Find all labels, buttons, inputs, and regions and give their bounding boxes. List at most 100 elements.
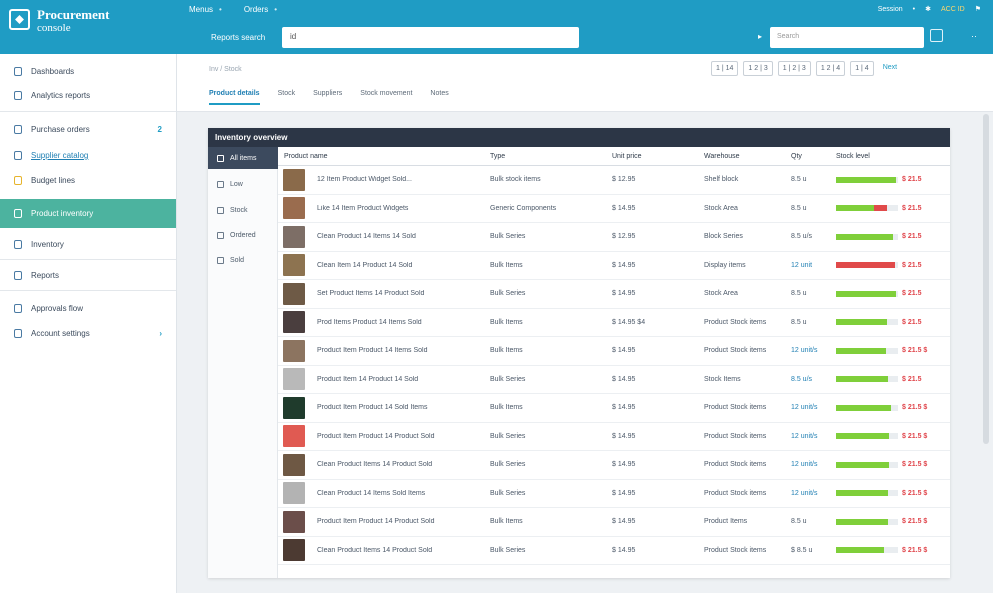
col-warehouse[interactable]: Warehouse [698, 153, 785, 160]
unit-price: $ 14.95 [612, 461, 636, 469]
page-button[interactable]: 1 | 4 [850, 61, 874, 76]
table-row[interactable]: Product Item Product 14 Product Sold Bulk… [278, 423, 950, 451]
product-name[interactable]: 12 Item Product Widget Sold... [311, 176, 484, 183]
table-row[interactable]: Product Item Product 14 Items Sold Bulk I… [278, 337, 950, 366]
quantity[interactable]: 12 unit/s [785, 347, 832, 354]
table-row[interactable]: Prod Items Product 14 Items Sold Bulk Ite… [278, 309, 950, 337]
quantity: 8.5 u [791, 204, 807, 212]
table-row[interactable]: Clean Product Items 14 Product Sold Bulk … [278, 537, 950, 565]
product-name[interactable]: Product Item Product 14 Sold Items [311, 404, 484, 411]
quantity[interactable]: 12 unit/s [785, 461, 832, 468]
unit-price: $ 14.95 [612, 518, 636, 526]
breadcrumb[interactable]: Inv / Stock [209, 66, 242, 73]
col-price[interactable]: Unit price [606, 153, 698, 160]
sidebar-item-supplier-catalog[interactable]: Supplier catalog [0, 143, 176, 168]
table-row[interactable]: Set Product Items 14 Product Sold Bulk Se… [278, 280, 950, 309]
filter-ordered[interactable]: Ordered [208, 224, 278, 246]
tab-product-details[interactable]: Product details [209, 90, 260, 105]
page-button[interactable]: 1 2 | 3 [743, 61, 773, 76]
filter-input[interactable]: Search [770, 27, 924, 48]
product-name[interactable]: Product Item 14 Product 14 Sold [311, 376, 484, 383]
filter-label: All items [230, 154, 257, 162]
stock-level-cell: $ 21.5 [832, 262, 950, 269]
thumb-cell [278, 510, 311, 533]
top-bar: Procurement console Menus • Orders • Sessi… [0, 0, 993, 54]
account-id[interactable]: ACC ID [941, 6, 965, 13]
table-row[interactable]: Product Item Product 14 Sold Items Bulk I… [278, 394, 950, 423]
more-icon[interactable]: ·· [971, 31, 977, 41]
brand[interactable]: Procurement console [37, 7, 109, 34]
quantity[interactable]: 12 unit/s [785, 490, 832, 497]
calendar-icon[interactable] [930, 29, 943, 42]
session-menu[interactable]: Session [878, 6, 903, 13]
table-row[interactable]: Clean Item 14 Product 14 Sold Bulk Items $… [278, 252, 950, 280]
stock-level-bar [836, 319, 898, 326]
dashboard-icon [14, 67, 22, 76]
col-product[interactable]: Product name [278, 153, 484, 160]
quantity[interactable]: 12 unit/s [785, 433, 832, 440]
stock-level-bar [836, 205, 898, 212]
sidebar-item-reports[interactable]: Reports [0, 263, 176, 288]
nav-menus[interactable]: Menus • [189, 5, 222, 14]
filter-all[interactable]: All items [208, 147, 278, 169]
scrollbar[interactable] [983, 114, 989, 444]
settings-icon[interactable]: ✱ [925, 5, 931, 13]
quantity[interactable]: 8.5 u/s [785, 376, 832, 383]
stock-level-cell: $ 21.5 $ [832, 490, 950, 497]
col-qty[interactable]: Qty [785, 153, 832, 160]
quantity[interactable]: 12 unit/s [785, 404, 832, 411]
stock-value: $ 21.5 [902, 233, 922, 241]
product-name[interactable]: Set Product Items 14 Product Sold [311, 290, 484, 297]
product-type: Generic Components [490, 204, 557, 212]
filter-sold[interactable]: Sold [208, 249, 278, 271]
table-row[interactable]: Clean Product 14 Items Sold Items Bulk Se… [278, 480, 950, 508]
product-name[interactable]: Like 14 Item Product Widgets [311, 205, 484, 212]
tab-suppliers[interactable]: Suppliers [313, 90, 342, 105]
table-row[interactable]: Clean Product Items 14 Product Sold Bulk … [278, 451, 950, 480]
flag-icon[interactable]: ⚑ [975, 5, 981, 13]
product-thumbnail [283, 368, 305, 391]
warehouse: Stock Area [704, 204, 738, 212]
sidebar-item-purchase-orders[interactable]: Purchase orders 2 [0, 117, 176, 142]
sidebar-item-product-inventory[interactable]: Product inventory [0, 199, 176, 228]
product-name[interactable]: Product Item Product 14 Items Sold [311, 347, 484, 354]
table-row[interactable]: Product Item 14 Product 14 Sold Bulk Seri… [278, 366, 950, 394]
product-name[interactable]: Clean Product 14 Items Sold Items [311, 490, 484, 497]
logo-icon[interactable] [9, 9, 30, 30]
filter-low[interactable]: Low [208, 173, 278, 195]
tab-notes[interactable]: Notes [430, 90, 448, 105]
sidebar-item-budget[interactable]: Budget lines [0, 168, 176, 193]
product-name[interactable]: Clean Item 14 Product 14 Sold [311, 262, 484, 269]
product-type: Bulk Series [490, 375, 526, 383]
product-name[interactable]: Product Item Product 14 Product Sold [311, 433, 484, 440]
sidebar-item-approvals[interactable]: Approvals flow [0, 296, 176, 321]
table-row[interactable]: 12 Item Product Widget Sold... Bulk stock… [278, 166, 950, 195]
stock-level-fill [836, 404, 891, 411]
product-name[interactable]: Clean Product Items 14 Product Sold [311, 547, 484, 554]
sidebar-item-account-settings[interactable]: Account settings › [0, 321, 176, 346]
tab-stock-movement[interactable]: Stock movement [360, 90, 412, 105]
col-type[interactable]: Type [484, 153, 606, 160]
product-name[interactable]: Prod Items Product 14 Items Sold [311, 319, 484, 326]
tab-stock[interactable]: Stock [278, 90, 296, 105]
quantity[interactable]: 12 unit [785, 262, 832, 269]
divider [0, 259, 176, 260]
filter-stock[interactable]: Stock [208, 199, 278, 221]
sidebar-item-dashboards[interactable]: Dashboards [0, 59, 176, 84]
page-button[interactable]: 1 | 14 [711, 61, 739, 76]
table-row[interactable]: Product Item Product 14 Product Sold Bulk… [278, 508, 950, 537]
product-name[interactable]: Clean Product 14 Items 14 Sold [311, 233, 484, 240]
table-header: Product name Type Unit price Warehouse Q… [278, 147, 950, 166]
table-row[interactable]: Like 14 Item Product Widgets Generic Comp… [278, 195, 950, 223]
next-page-button[interactable]: Next [878, 61, 902, 76]
product-name[interactable]: Clean Product Items 14 Product Sold [311, 461, 484, 468]
sidebar-item-inventory[interactable]: Inventory [0, 232, 176, 257]
page-button[interactable]: 1 | 2 | 3 [777, 61, 811, 76]
col-stock-level[interactable]: Stock level [832, 153, 950, 160]
search-input[interactable]: id [282, 27, 579, 48]
nav-orders[interactable]: Orders • [244, 5, 277, 14]
table-row[interactable]: Clean Product 14 Items 14 Sold Bulk Serie… [278, 223, 950, 252]
product-name[interactable]: Product Item Product 14 Product Sold [311, 518, 484, 525]
page-button[interactable]: 1 2 | 4 [815, 61, 846, 76]
sidebar-item-analytics[interactable]: Analytics reports [0, 83, 176, 108]
